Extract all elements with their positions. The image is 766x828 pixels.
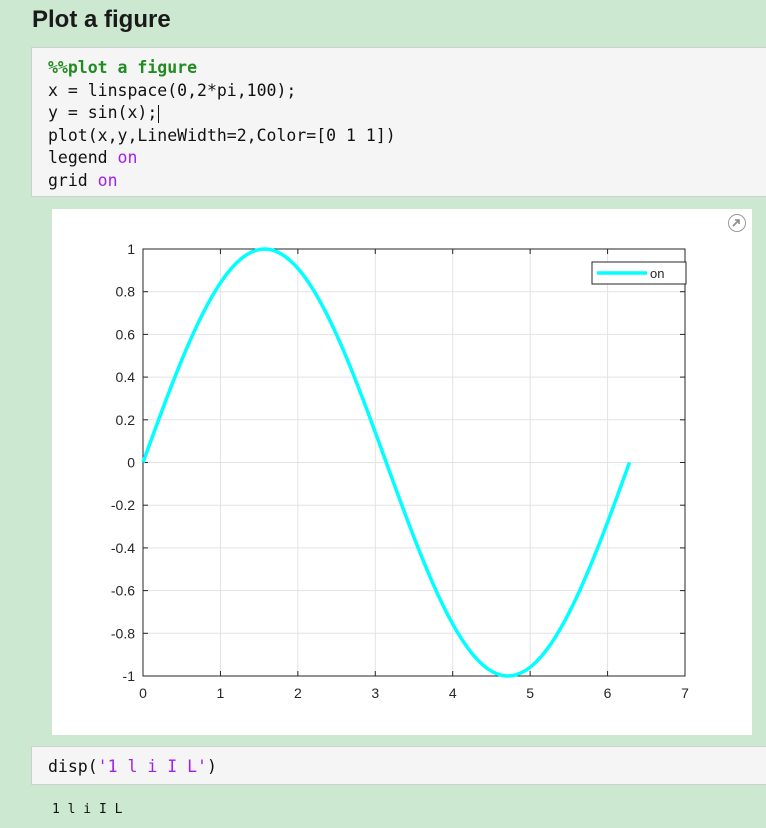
y-tick-label: -0.2 xyxy=(111,497,135,513)
x-tick-label: 3 xyxy=(371,685,379,701)
legend-label: on xyxy=(650,266,664,281)
x-tick-label: 4 xyxy=(449,685,457,701)
y-tick-label: 0.6 xyxy=(116,326,136,342)
disp-close: ) xyxy=(206,757,217,776)
code-line-sin-text: y = sin(x); xyxy=(48,103,158,123)
y-tick-label: 1 xyxy=(127,241,135,257)
code-line-legend: legend on xyxy=(48,147,766,170)
code-line-disp: disp('1 l i I L') xyxy=(48,756,766,779)
code-line-grid: grid on xyxy=(48,170,766,193)
code-line-sin: y = sin(x); xyxy=(48,102,766,125)
disp-function: disp( xyxy=(48,757,98,776)
x-tick-label: 0 xyxy=(139,685,147,701)
y-tick-label: 0.4 xyxy=(116,369,136,385)
disp-output: 1 l i I L xyxy=(52,802,123,817)
y-tick-label: -0.8 xyxy=(111,625,135,641)
y-tick-label: 0 xyxy=(127,455,135,471)
code-cell-plot[interactable]: %%plot a figure x = linspace(0,2*pi,100)… xyxy=(31,47,766,197)
code-line-plot: plot(x,y,LineWidth=2,Color=[0 1 1]) xyxy=(48,125,396,145)
y-tick-label: -1 xyxy=(123,668,136,684)
legend-command: legend xyxy=(48,148,118,168)
y-tick-label: 0.8 xyxy=(116,284,136,300)
x-tick-label: 1 xyxy=(217,685,225,701)
grid-argument: on xyxy=(97,170,118,190)
text-cursor xyxy=(158,104,160,123)
section-title: Plot a figure xyxy=(32,6,171,33)
code-comment: %%plot a figure xyxy=(48,58,198,77)
legend-argument: on xyxy=(117,148,138,168)
expand-figure-button[interactable] xyxy=(728,214,746,232)
code-line-linspace: x = linspace(0,2*pi,100); xyxy=(48,80,297,100)
x-tick-label: 2 xyxy=(294,685,302,701)
y-tick-label: 0.2 xyxy=(116,412,136,428)
code-cell-disp[interactable]: disp('1 l i I L') xyxy=(31,746,766,785)
grid-command: grid xyxy=(48,170,98,190)
disp-string: '1 l i I L' xyxy=(97,757,207,776)
x-tick-label: 7 xyxy=(681,685,689,701)
x-tick-label: 6 xyxy=(604,685,612,701)
sine-plot: 0 1 2 3 4 5 6 7 1 0.8 0.6 0.4 0.2 0 -0.2 -0.4 -0.6 -0.8 -1… xyxy=(111,241,689,701)
figure-output: 0 1 2 3 4 5 6 7 1 0.8 0.6 0.4 0.2 0 -0.2 -0.4 -0.6 -0.8 -1… xyxy=(52,209,752,735)
x-tick-label: 5 xyxy=(526,685,534,701)
expand-arrow-icon xyxy=(732,219,740,227)
y-tick-label: -0.6 xyxy=(111,583,135,599)
y-tick-label: -0.4 xyxy=(111,540,135,556)
